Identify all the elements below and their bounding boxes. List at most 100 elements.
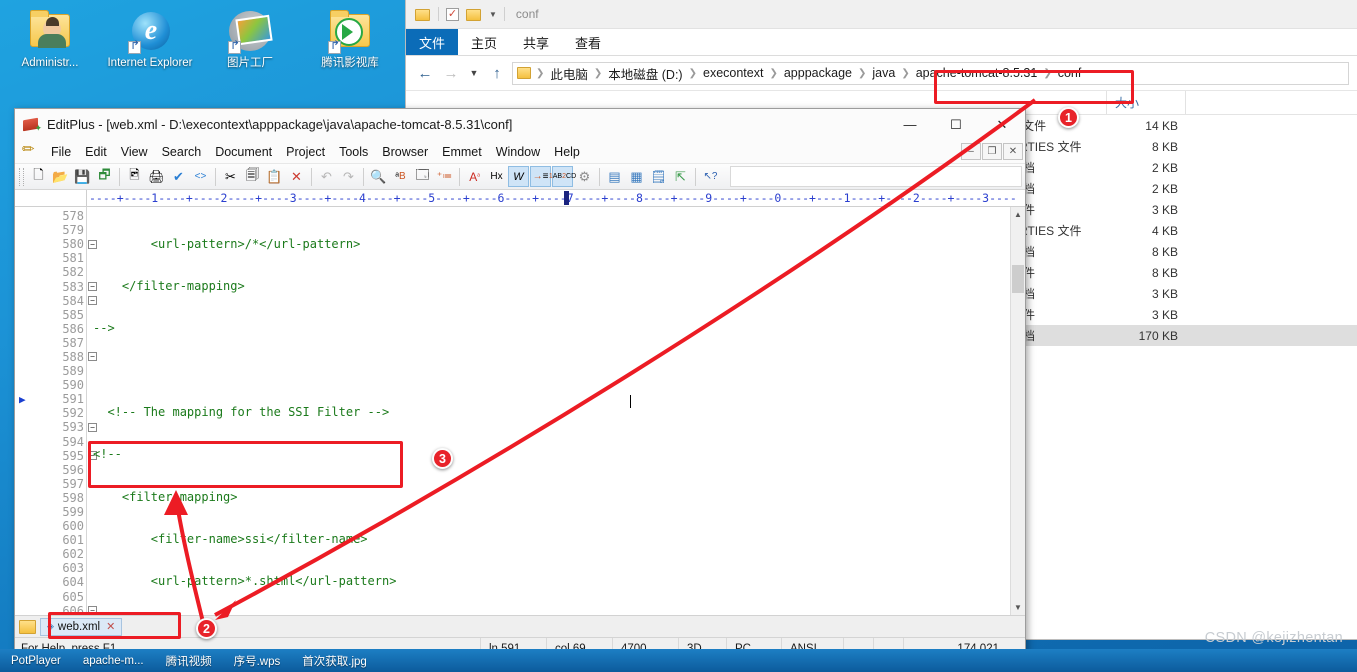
copy-icon[interactable]: 🗐 <box>242 166 263 187</box>
line-number: 581 <box>62 251 84 266</box>
new-folder-icon[interactable] <box>466 7 482 22</box>
file-size: 14 KB <box>1145 118 1178 133</box>
up-button[interactable]: ↑ <box>486 62 508 84</box>
goto-icon[interactable]: 🗔 <box>412 166 433 187</box>
ribbon-tab-share[interactable]: 共享 <box>510 29 562 55</box>
save-icon[interactable]: 💾 <box>72 166 93 187</box>
editplus-title-bar[interactable]: ✦ EditPlus - [web.xml - D:\execontext\ap… <box>15 109 1025 140</box>
print-icon[interactable]: 🖨 <box>146 166 167 187</box>
line-number: 588− <box>15 350 97 364</box>
current-line-marker-icon: ▶ <box>19 392 26 406</box>
mdi-close-button[interactable]: ✕ <box>1003 143 1023 160</box>
line-number: 587 <box>62 335 84 350</box>
document-tab-bar: ◈ web.xml ✕ <box>15 615 1025 637</box>
menu-item-help[interactable]: Help <box>547 145 587 159</box>
breadcrumb-item-local-disk[interactable]: 本地磁盘 (D:) <box>605 64 685 83</box>
vertical-scrollbar[interactable]: ▲ ▼ <box>1010 207 1025 615</box>
divider <box>459 167 460 186</box>
menu-item-edit[interactable]: Edit <box>78 145 114 159</box>
code-editor-area[interactable]: <url-pattern>/*</url-pattern> </filter-m… <box>87 207 1025 615</box>
hex-icon[interactable]: Hx <box>486 166 507 187</box>
breadcrumb-item-tomcat[interactable]: apache-tomcat-8.5.31 <box>913 66 1041 80</box>
print-preview-icon[interactable]: 🖻 <box>124 166 145 187</box>
column-header-size[interactable]: 大小 <box>1106 91 1186 114</box>
ribbon-tab-home[interactable]: 主页 <box>458 29 510 55</box>
line-number: 584− <box>15 294 97 308</box>
replace-icon[interactable]: ᵃB <box>390 166 411 187</box>
minimize-button[interactable]: — <box>887 109 933 140</box>
menu-item-file[interactable]: File <box>44 145 78 159</box>
browser-preview-icon[interactable]: ⇱ <box>670 166 691 187</box>
toolbar-grip[interactable] <box>19 167 24 186</box>
maximize-button[interactable]: ☐ <box>933 109 979 140</box>
desktop-icon-picture-factory[interactable]: 图片工厂 <box>200 2 300 70</box>
menu-item-browser[interactable]: Browser <box>375 145 435 159</box>
line-number: 598 <box>62 490 84 505</box>
menu-item-search[interactable]: Search <box>155 145 209 159</box>
preferences-icon[interactable]: ⚙ <box>574 166 595 187</box>
document-tab-web-xml[interactable]: ◈ web.xml ✕ <box>40 617 123 636</box>
properties-icon[interactable]: ✓ <box>446 7 459 21</box>
cliptext-icon[interactable]: 🗒 <box>648 166 669 187</box>
line-number: 579 <box>62 223 84 238</box>
undo-icon[interactable]: ↶ <box>316 166 337 187</box>
scroll-up-icon[interactable]: ▲ <box>1011 207 1025 222</box>
document-selector-icon[interactable]: ▤ <box>604 166 625 187</box>
cut-icon[interactable]: ✂ <box>220 166 241 187</box>
close-button[interactable]: ✕ <box>979 109 1025 140</box>
breadcrumb-item-apppackage[interactable]: apppackage <box>781 66 855 80</box>
directory-window-icon[interactable]: ▦ <box>626 166 647 187</box>
breadcrumb-separator: ❯ <box>769 67 778 79</box>
word-wrap-icon[interactable]: W <box>508 166 529 187</box>
html-tag-icon[interactable]: <> <box>190 166 211 187</box>
breadcrumb-item-execontext[interactable]: execontext <box>700 66 766 80</box>
taskbar-item-wps[interactable]: 序号.wps <box>223 653 292 669</box>
scrollbar-thumb[interactable] <box>1012 265 1024 293</box>
menu-item-document[interactable]: Document <box>208 145 279 159</box>
redo-icon[interactable]: ↷ <box>338 166 359 187</box>
menu-item-window[interactable]: Window <box>489 145 547 159</box>
line-number-icon[interactable]: ⁺≔ <box>434 166 455 187</box>
folder-icon[interactable] <box>19 619 36 634</box>
desktop-icon-tencent-video[interactable]: 腾讯影视库 <box>300 2 400 70</box>
scroll-down-icon[interactable]: ▼ <box>1011 600 1025 615</box>
desktop-icon-internet-explorer[interactable]: e Internet Explorer <box>100 2 200 70</box>
indent-icon[interactable]: → ≡ <box>530 166 551 187</box>
save-all-icon[interactable]: 🗗 <box>94 166 115 187</box>
taskbar-item-potplayer[interactable]: PotPlayer <box>0 655 72 667</box>
forward-button[interactable]: → <box>440 62 462 84</box>
find-icon[interactable]: 🔍 <box>368 166 389 187</box>
delete-icon[interactable]: ✕ <box>286 166 307 187</box>
menu-item-view[interactable]: View <box>114 145 155 159</box>
ribbon-tab-file[interactable]: 文件 <box>406 29 459 55</box>
folder-icon[interactable] <box>415 7 431 22</box>
taskbar-item-apache[interactable]: apache-m... <box>72 655 155 667</box>
spell-check-icon[interactable]: ✔ <box>168 166 189 187</box>
mdi-minimize-button[interactable]: – <box>961 143 981 160</box>
editor-body[interactable]: 578 579 580− 581 582 583− 584− 585 586 5… <box>15 207 1025 615</box>
open-file-icon[interactable]: 📂 <box>50 166 71 187</box>
match-case-icon[interactable]: 1 AB 2 CD <box>549 166 576 187</box>
file-size: 2 KB <box>1151 160 1178 175</box>
recent-locations-button[interactable]: ▼ <box>466 62 482 84</box>
breadcrumb-item-java[interactable]: java <box>869 66 898 80</box>
breadcrumb[interactable]: ❯ 此电脑 ❯ 本地磁盘 (D:) ❯ execontext ❯ apppack… <box>512 61 1349 85</box>
help-pointer-icon[interactable]: ↖? <box>700 166 721 187</box>
mdi-restore-button[interactable]: ❐ <box>982 143 1002 160</box>
back-button[interactable]: ← <box>414 62 436 84</box>
desktop-icon-administrator[interactable]: Administr... <box>0 2 100 70</box>
paste-icon[interactable]: 📋 <box>264 166 285 187</box>
menu-item-tools[interactable]: Tools <box>332 145 375 159</box>
breadcrumb-item-this-pc[interactable]: 此电脑 <box>547 64 591 83</box>
font-icon[interactable]: Aᵃ <box>464 166 485 187</box>
ribbon-tab-view[interactable]: 查看 <box>562 29 614 55</box>
taskbar-item-tencent-video[interactable]: 腾讯视频 <box>155 653 223 669</box>
menu-item-project[interactable]: Project <box>279 145 332 159</box>
code-line: <!-- The mapping for the SSI Filter --> <box>93 405 390 420</box>
new-file-icon[interactable]: 🗋 <box>28 166 49 187</box>
menu-item-emmet[interactable]: Emmet <box>435 145 489 159</box>
breadcrumb-item-conf[interactable]: conf <box>1055 66 1085 80</box>
close-icon[interactable]: ✕ <box>106 620 115 633</box>
taskbar-item-image[interactable]: 首次获取.jpg <box>291 653 378 669</box>
chevron-down-icon[interactable]: ▼ <box>489 10 497 19</box>
